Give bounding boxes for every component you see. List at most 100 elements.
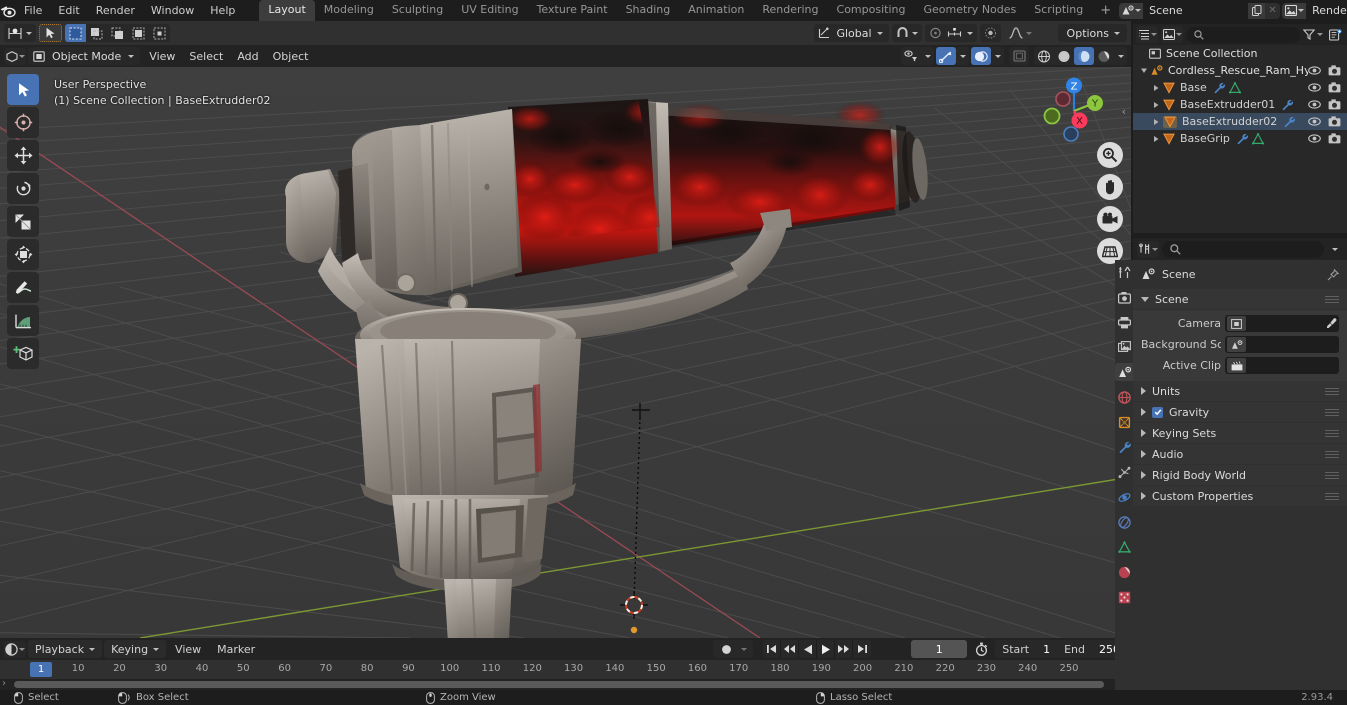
workspace-tab-layout[interactable]: Layout (259, 0, 315, 21)
mesh-data-icon[interactable] (1228, 81, 1241, 94)
properties-tab-render[interactable] (1115, 288, 1133, 306)
outliner-item-basegrip[interactable]: BaseGrip (1133, 130, 1347, 147)
select-mode-group[interactable] (65, 24, 170, 42)
menu-help[interactable]: Help (202, 1, 243, 20)
timeline-marker-menu[interactable]: Marker (210, 641, 262, 658)
jump-next-keyframe-icon[interactable] (835, 640, 854, 658)
gizmo-icon[interactable] (936, 47, 956, 65)
gizmo-dropdown[interactable] (956, 47, 969, 65)
falloff-button[interactable] (1004, 24, 1037, 42)
scene-name[interactable]: Scene (1143, 2, 1249, 19)
disable-in-renders-camera-icon[interactable] (1328, 99, 1341, 110)
editor-type-outliner[interactable] (1136, 26, 1158, 43)
overlays-dropdown[interactable] (991, 47, 1004, 65)
workspace-tab-scripting[interactable]: Scripting (1025, 0, 1092, 21)
properties-tab-object-data[interactable] (1115, 538, 1133, 556)
proportional-edit-button[interactable] (979, 24, 1001, 42)
start-value[interactable]: 1 (1036, 643, 1057, 656)
snap-toggle-button[interactable] (891, 24, 922, 42)
tweak-tool[interactable] (7, 74, 39, 105)
properties-tab-scene[interactable] (1115, 363, 1133, 381)
properties-tab-tool[interactable] (1115, 263, 1133, 281)
overlays-icon[interactable] (971, 47, 991, 65)
panel-header-custom-properties[interactable]: Custom Properties (1133, 486, 1347, 506)
add-workspace-button[interactable]: + (1092, 3, 1119, 18)
disclosure-triangle-right-icon[interactable] (1141, 429, 1146, 437)
wrench-icon[interactable] (1283, 116, 1296, 128)
wireframe-icon[interactable] (1034, 47, 1054, 65)
workspace-tab-modeling[interactable]: Modeling (315, 0, 383, 21)
hide-in-viewport-eye-icon[interactable] (1308, 82, 1321, 93)
annotate-tool[interactable] (7, 272, 39, 303)
object-visibility-group[interactable] (901, 47, 934, 65)
xray-icon[interactable] (1009, 47, 1029, 65)
properties-tab-particles[interactable] (1115, 463, 1133, 481)
viewport-menu-select[interactable]: Select (182, 48, 230, 65)
panel-checkbox-gravity[interactable] (1152, 406, 1163, 418)
add-cube-tool[interactable] (7, 338, 39, 369)
menu-edit[interactable]: Edit (50, 1, 87, 20)
workspace-tab-compositing[interactable]: Compositing (828, 0, 915, 21)
playback-transport[interactable] (763, 640, 872, 658)
viewport-options-button[interactable]: Options (1057, 24, 1127, 42)
outliner-display-mode[interactable] (1161, 26, 1183, 43)
panel-header-audio[interactable]: Audio (1133, 444, 1347, 464)
camera-eyedropper-icon[interactable] (1323, 318, 1339, 329)
disclosure-triangle-right-icon[interactable] (1141, 450, 1146, 458)
outliner-item-cordless-rescue-ram-hydra[interactable]: Cordless_Rescue_Ram_Hydra (1133, 62, 1347, 79)
hide-in-viewport-eye-icon[interactable] (1308, 133, 1321, 144)
pan-hand-icon[interactable] (1097, 174, 1123, 200)
select-subtract-icon[interactable] (107, 24, 128, 42)
workspace-tab-rendering[interactable]: Rendering (753, 0, 827, 21)
jump-to-start-icon[interactable] (763, 640, 782, 658)
outliner-filter-button[interactable] (1303, 29, 1323, 40)
timeline-view-menu[interactable]: View (168, 641, 208, 658)
current-frame-field[interactable]: 1 (911, 640, 968, 658)
playhead[interactable]: 1 (30, 662, 52, 677)
properties-tab-material[interactable] (1115, 563, 1133, 581)
disclosure-triangle-right-icon[interactable] (1150, 84, 1163, 92)
move-tool[interactable] (7, 140, 39, 171)
menu-render[interactable]: Render (88, 1, 143, 20)
timeline-expand-left-icon[interactable]: › (2, 678, 6, 689)
viewport-menu-object[interactable]: Object (266, 48, 316, 65)
cursor-tool[interactable] (7, 107, 39, 138)
new-scene-button[interactable] (1248, 2, 1266, 19)
disable-in-renders-camera-icon[interactable] (1328, 65, 1341, 76)
editor-type-properties[interactable] (1137, 240, 1159, 258)
shading-dropdown[interactable] (1114, 47, 1127, 65)
mesh-data-icon[interactable] (1251, 132, 1264, 145)
3d-viewport[interactable]: User Perspective (1) Scene Collection | … (0, 67, 1131, 638)
active-tool-button[interactable] (4, 24, 36, 42)
outliner-item-baseextrudder01[interactable]: BaseExtrudder01 (1133, 96, 1347, 113)
rendered-icon[interactable] (1094, 47, 1114, 65)
disclosure-triangle-down-icon[interactable] (1137, 67, 1150, 74)
rotate-tool[interactable] (7, 173, 39, 204)
menu-file[interactable]: File (16, 1, 50, 20)
timeline-scrollbar-track[interactable]: › (0, 678, 1131, 690)
panel-header-scene[interactable]: Scene (1133, 289, 1347, 309)
view-layer-name[interactable]: RenderLayer (1306, 2, 1347, 19)
select-invert-icon[interactable] (128, 24, 149, 42)
overlays-group[interactable] (971, 47, 1004, 65)
disclosure-triangle-right-icon[interactable] (1141, 387, 1146, 395)
properties-tab-modifiers[interactable] (1115, 438, 1133, 456)
workspace-tab-animation[interactable]: Animation (679, 0, 753, 21)
properties-tab-constraints[interactable] (1115, 513, 1133, 531)
gizmo-group[interactable] (936, 47, 969, 65)
hide-in-viewport-eye-icon[interactable] (1308, 116, 1321, 127)
workspace-tab-uv-editing[interactable]: UV Editing (452, 0, 527, 21)
properties-tab-output[interactable] (1115, 313, 1133, 331)
keying-menu[interactable]: Keying (104, 640, 167, 658)
workspace-tab-shading[interactable]: Shading (617, 0, 680, 21)
properties-tab-object[interactable] (1115, 413, 1133, 431)
camera-field[interactable] (1225, 315, 1339, 332)
unlink-scene-button[interactable]: ✕ (1265, 2, 1281, 19)
outliner-item-base[interactable]: Base (1133, 79, 1347, 96)
snap-settings-button[interactable] (924, 24, 977, 42)
disclosure-triangle-right-icon[interactable] (1141, 471, 1146, 479)
properties-tab-texture[interactable] (1115, 588, 1133, 606)
material-preview-icon[interactable] (1074, 47, 1094, 65)
transform-orientation-button[interactable]: Global (814, 24, 889, 42)
workspace-tab-texture-paint[interactable]: Texture Paint (528, 0, 617, 21)
